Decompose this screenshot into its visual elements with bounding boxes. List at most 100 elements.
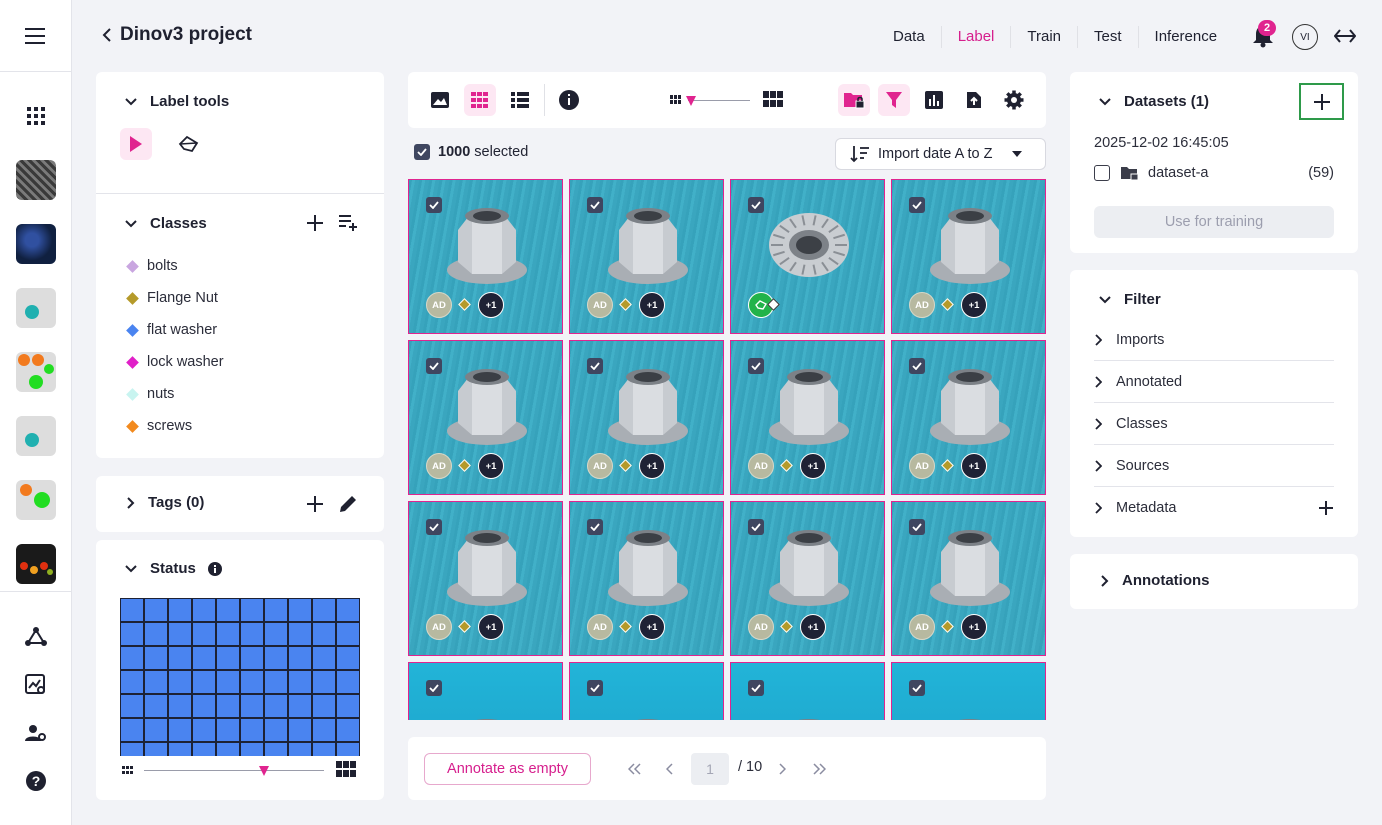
image-tile[interactable]	[569, 662, 724, 720]
statistics-icon[interactable]	[918, 84, 950, 116]
analytics-icon[interactable]	[16, 665, 56, 705]
status-cell[interactable]	[168, 646, 192, 670]
status-cell[interactable]	[264, 622, 288, 646]
info-icon[interactable]	[553, 84, 585, 116]
status-cell[interactable]	[336, 622, 360, 646]
add-tag-icon[interactable]	[306, 495, 324, 513]
status-cell[interactable]	[288, 742, 312, 756]
nav-test[interactable]: Test	[1078, 26, 1139, 48]
status-cell[interactable]	[240, 670, 264, 694]
filter-classes[interactable]: Classes	[1094, 403, 1334, 445]
status-cell[interactable]	[120, 622, 144, 646]
tile-checkbox[interactable]	[909, 519, 925, 535]
status-cell[interactable]	[192, 646, 216, 670]
add-class-list-icon[interactable]	[338, 214, 358, 232]
status-cell[interactable]	[336, 718, 360, 742]
status-cell[interactable]	[144, 718, 168, 742]
tile-checkbox[interactable]	[909, 680, 925, 696]
dataset-row[interactable]: dataset-a (59)	[1094, 165, 1334, 181]
pointer-tool-button[interactable]	[120, 128, 152, 160]
status-cell[interactable]	[192, 742, 216, 756]
status-cell[interactable]	[144, 622, 168, 646]
status-cell[interactable]	[120, 718, 144, 742]
status-cell[interactable]	[264, 718, 288, 742]
status-cell[interactable]	[240, 646, 264, 670]
project-thumb-3[interactable]	[16, 288, 56, 328]
tile-checkbox[interactable]	[426, 197, 442, 213]
next-page-icon[interactable]	[778, 753, 786, 785]
user-settings-icon[interactable]	[16, 713, 56, 753]
status-cell[interactable]	[312, 646, 336, 670]
export-upload-icon[interactable]	[958, 84, 990, 116]
image-tile[interactable]	[408, 662, 563, 720]
status-cell[interactable]	[288, 646, 312, 670]
status-grid[interactable]	[120, 598, 360, 756]
status-cell[interactable]	[144, 598, 168, 622]
status-cell[interactable]	[312, 598, 336, 622]
image-tile[interactable]: AD +1	[569, 179, 724, 334]
tile-checkbox[interactable]	[909, 358, 925, 374]
select-all-checkbox[interactable]	[414, 144, 430, 160]
image-tile[interactable]: AD +1	[408, 501, 563, 656]
status-cell[interactable]	[144, 742, 168, 756]
project-thumb-5[interactable]	[16, 416, 56, 456]
project-thumb-7[interactable]	[16, 544, 56, 584]
edit-pencil-icon[interactable]	[338, 494, 358, 514]
image-tile[interactable]: AD +1	[891, 340, 1046, 495]
add-metadata-icon[interactable]	[1318, 500, 1334, 516]
status-cell[interactable]	[264, 694, 288, 718]
locked-folder-icon[interactable]	[838, 84, 870, 116]
dataset-checkbox[interactable]	[1094, 165, 1110, 181]
class-item[interactable]: screws	[126, 418, 192, 434]
image-tile[interactable]	[730, 662, 885, 720]
status-cell[interactable]	[264, 670, 288, 694]
project-thumb-6[interactable]	[16, 480, 56, 520]
nav-inference[interactable]: Inference	[1139, 26, 1234, 48]
help-icon[interactable]: ?	[16, 761, 56, 801]
status-cell[interactable]	[216, 694, 240, 718]
classes-header[interactable]: Classes	[124, 215, 207, 232]
status-cell[interactable]	[168, 742, 192, 756]
image-tile[interactable]: AD +1	[891, 501, 1046, 656]
filter-metadata[interactable]: Metadata	[1094, 487, 1334, 529]
list-view-icon[interactable]	[504, 84, 536, 116]
image-tile[interactable]: AD +1	[408, 340, 563, 495]
annotate-empty-button[interactable]: Annotate as empty	[424, 753, 591, 785]
zoom-slider[interactable]	[144, 770, 324, 771]
hamburger-menu-icon[interactable]	[16, 16, 56, 56]
status-cell[interactable]	[168, 694, 192, 718]
status-cell[interactable]	[240, 742, 264, 756]
tile-checkbox[interactable]	[748, 680, 764, 696]
status-cell[interactable]	[336, 670, 360, 694]
thumb-size-slider[interactable]	[688, 100, 750, 101]
filter-sources[interactable]: Sources	[1094, 445, 1334, 487]
sort-dropdown[interactable]: Import date A to Z	[835, 138, 1046, 170]
class-item[interactable]: nuts	[126, 386, 174, 402]
tile-checkbox[interactable]	[426, 358, 442, 374]
status-cell[interactable]	[120, 598, 144, 622]
status-cell[interactable]	[288, 718, 312, 742]
status-cell[interactable]	[312, 622, 336, 646]
status-cell[interactable]	[168, 598, 192, 622]
tile-checkbox[interactable]	[587, 197, 603, 213]
tile-checkbox[interactable]	[426, 680, 442, 696]
status-cell[interactable]	[168, 622, 192, 646]
tile-checkbox[interactable]	[909, 197, 925, 213]
status-cell[interactable]	[192, 670, 216, 694]
status-cell[interactable]	[168, 718, 192, 742]
page-input[interactable]: 1	[691, 753, 729, 785]
filter-icon[interactable]	[878, 84, 910, 116]
status-cell[interactable]	[192, 718, 216, 742]
class-item[interactable]: Flange Nut	[126, 290, 218, 306]
annotations-header[interactable]: Annotations	[1100, 572, 1210, 589]
user-avatar[interactable]: VI	[1292, 24, 1318, 50]
datasets-header[interactable]: Datasets (1)	[1098, 93, 1209, 110]
project-thumb-4[interactable]	[16, 352, 56, 392]
image-tile[interactable]: AD +1	[730, 501, 885, 656]
network-icon[interactable]	[16, 617, 56, 657]
status-cell[interactable]	[240, 718, 264, 742]
status-cell[interactable]	[312, 718, 336, 742]
status-header[interactable]: Status	[124, 560, 222, 577]
image-tile[interactable]	[730, 179, 885, 334]
class-item[interactable]: lock washer	[126, 354, 224, 370]
